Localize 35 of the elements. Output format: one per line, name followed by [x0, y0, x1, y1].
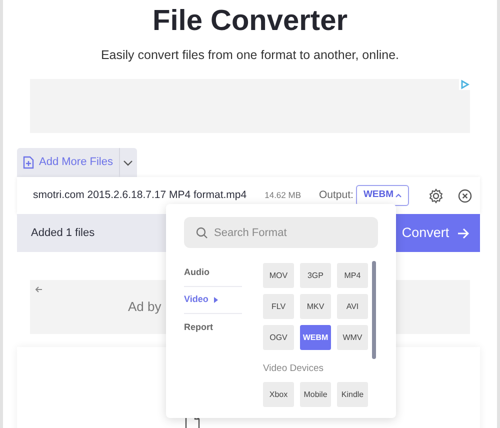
format-option[interactable]: 3GP: [300, 263, 331, 288]
category-item[interactable]: Video: [184, 287, 242, 314]
format-option[interactable]: MKV: [300, 294, 331, 319]
page-title: File Converter: [152, 4, 348, 38]
device-option[interactable]: Xbox: [263, 382, 294, 408]
category-item[interactable]: Report: [184, 314, 242, 341]
format-option[interactable]: MP4: [337, 263, 368, 288]
output-format-select[interactable]: WEBM: [356, 185, 410, 206]
output-label: Output:: [319, 188, 354, 203]
page-subtitle: Easily convert files from one format to another, online.: [100, 47, 400, 63]
format-option[interactable]: MOV: [263, 263, 294, 288]
file-name: smotri.com 2015.2.6.18.7.17 MP4 format.mp4: [33, 188, 247, 203]
ad-label: Ad by: [128, 298, 162, 316]
category-item[interactable]: Audio: [184, 260, 242, 287]
file-plus-icon: [23, 156, 34, 169]
format-option[interactable]: WEBM: [300, 325, 331, 350]
chevron-down-icon: [123, 160, 134, 166]
device-option[interactable]: Mobile: [300, 382, 331, 408]
format-option[interactable]: OGV: [263, 325, 294, 350]
chevron-up-icon: [395, 193, 402, 198]
search-icon: [196, 227, 208, 239]
file-size: 14.62 MB: [264, 189, 301, 202]
format-option[interactable]: FLV: [263, 294, 294, 319]
search-field[interactable]: Search Format: [184, 217, 378, 248]
arrow-left-icon: [35, 286, 43, 293]
arrow-right-icon: [457, 228, 470, 238]
device-option[interactable]: Kindle: [337, 382, 368, 408]
section-heading: Video Devices: [263, 362, 325, 376]
files-status: Added 1 files: [31, 226, 95, 241]
settings-icon[interactable]: [428, 188, 444, 204]
format-option[interactable]: AVI: [337, 294, 368, 319]
scrollbar[interactable]: [372, 261, 376, 359]
format-option[interactable]: WMV: [337, 325, 368, 350]
close-icon[interactable]: [458, 188, 472, 202]
triangle-right-icon: [214, 297, 218, 303]
